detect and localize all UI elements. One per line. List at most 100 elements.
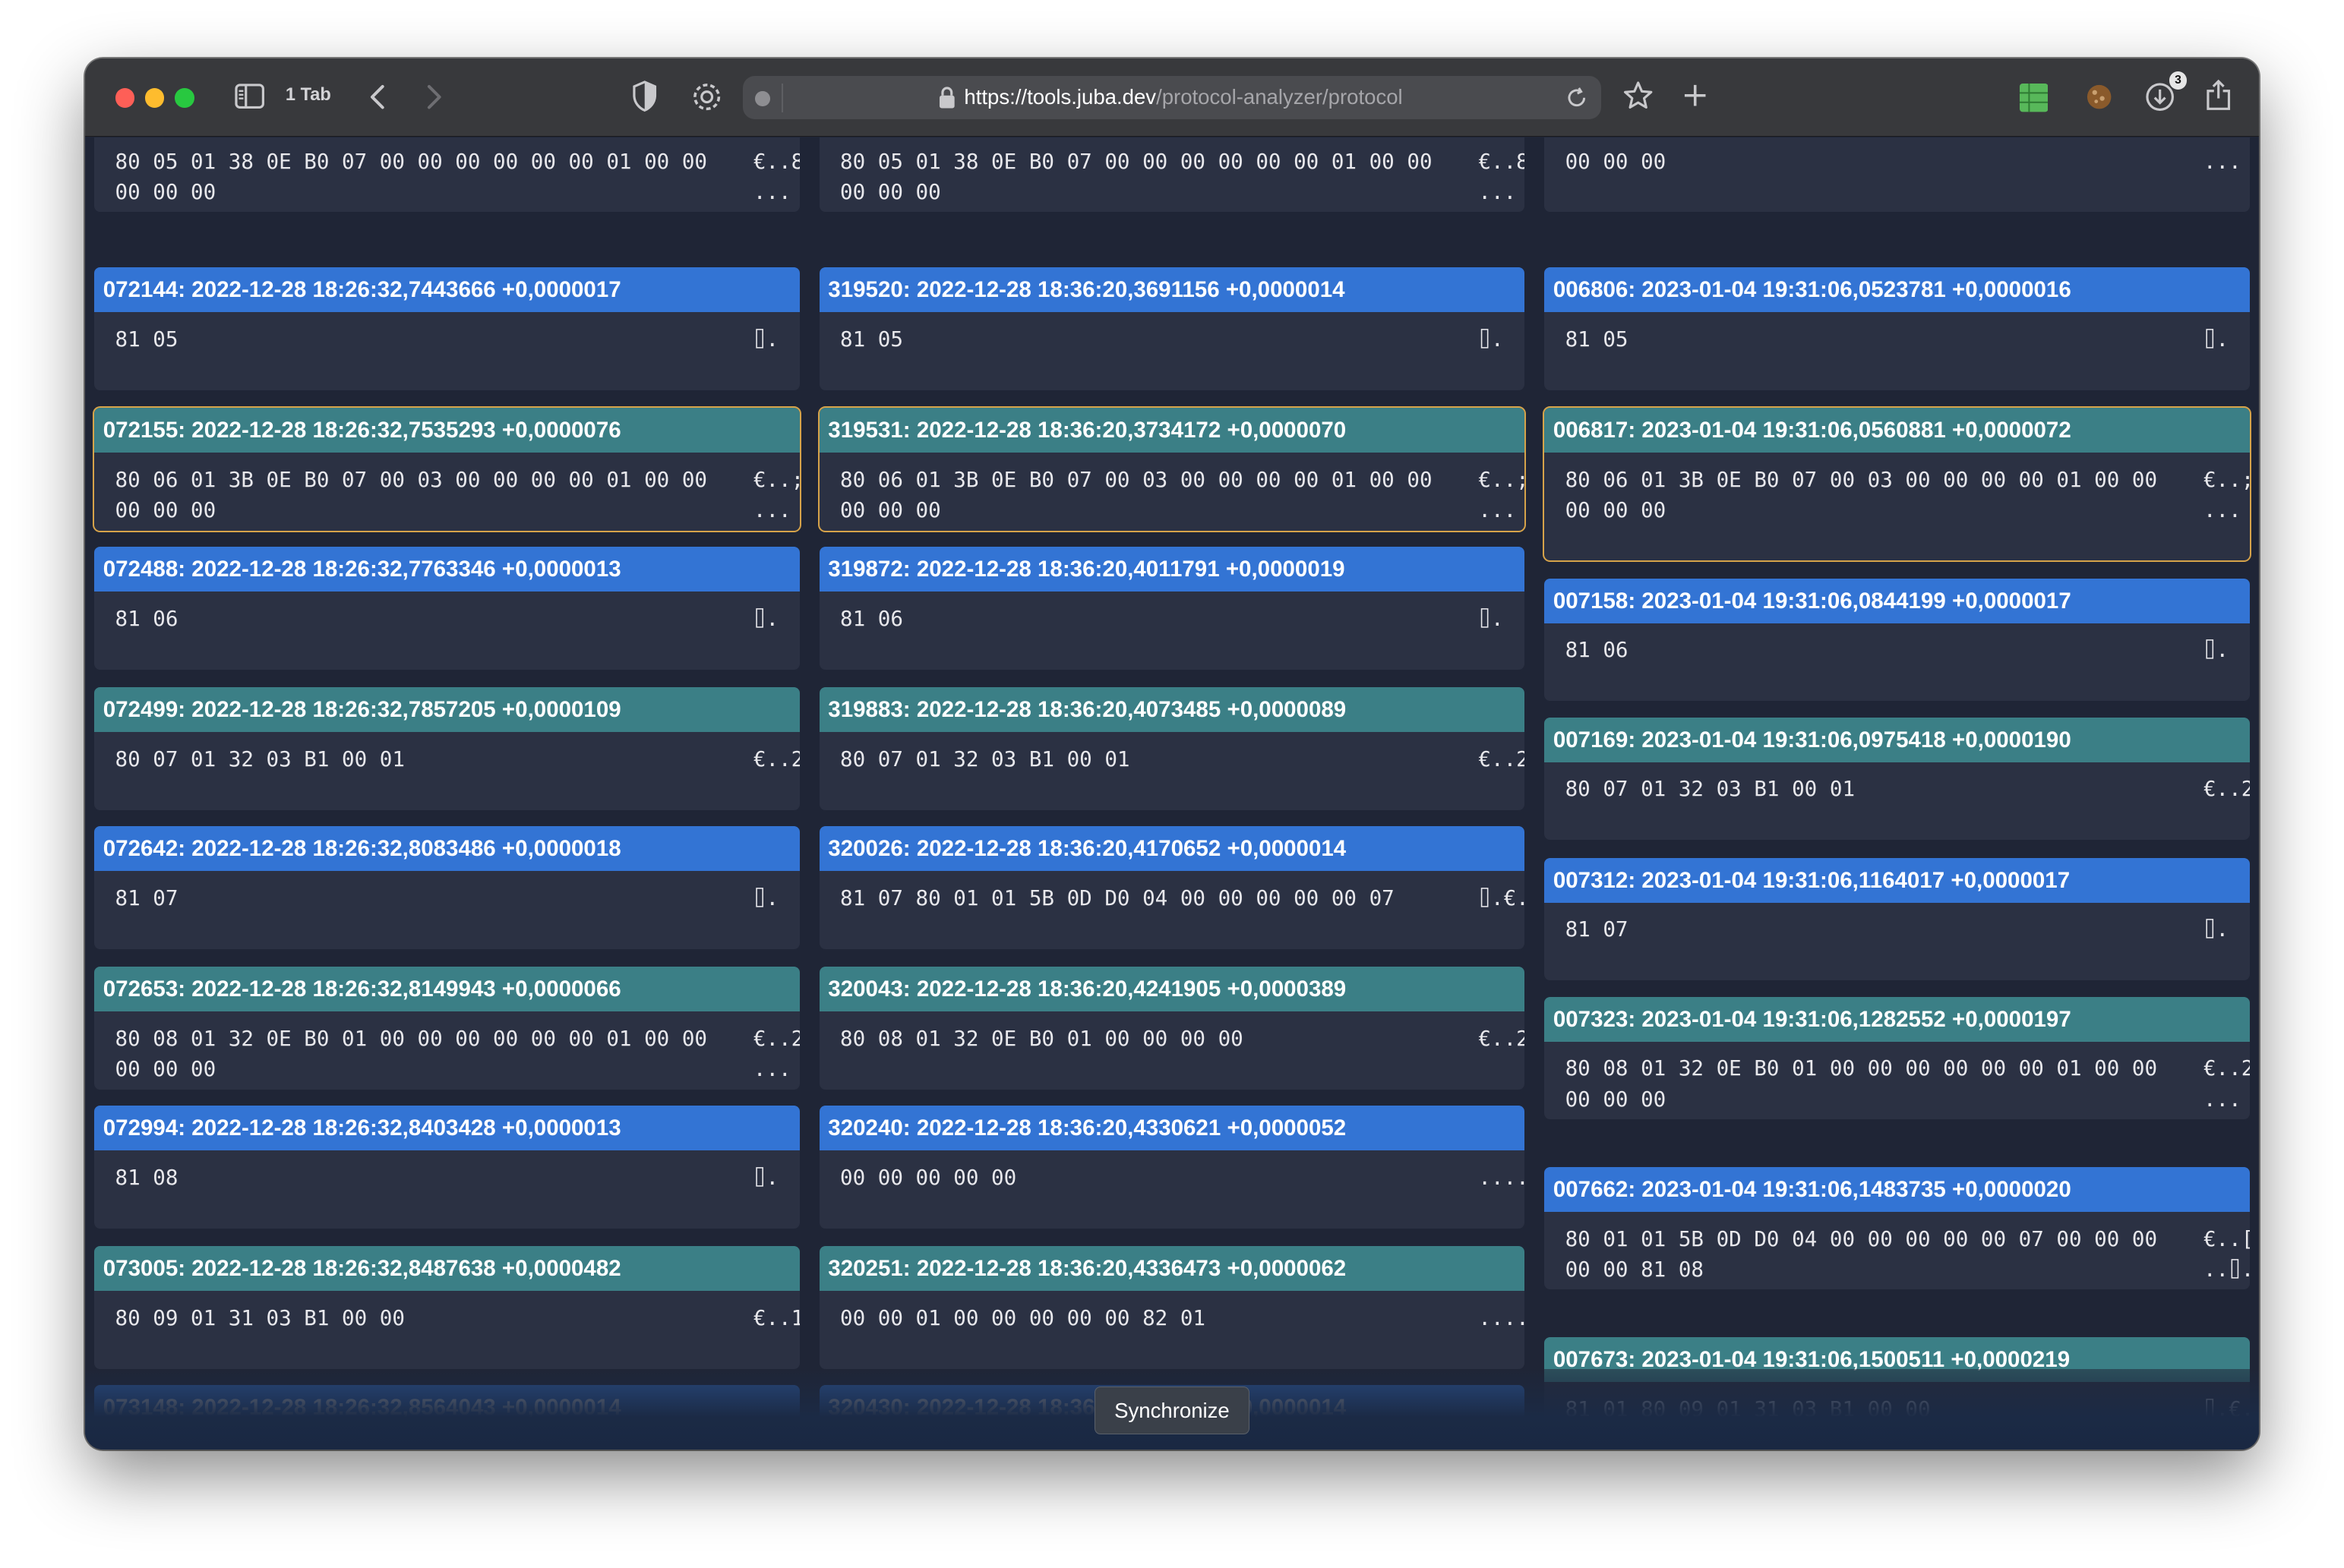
extension-grid-icon[interactable] (2019, 84, 2049, 112)
reload-icon[interactable] (1565, 87, 1588, 115)
message-header: 319883: 2022-12-28 18:36:20,4073485 +0,0… (819, 687, 1525, 733)
message-body: 80 07 01 32 03 B1 00 01 €..2 (94, 732, 800, 809)
message-card[interactable]: 072994: 2022-12-28 18:26:32,8403428 +0,0… (93, 1106, 800, 1229)
hex-bytes: 81 06 (840, 607, 903, 632)
ascii-preview: ..... (1478, 1306, 1524, 1331)
message-card[interactable]: 320240: 2022-12-28 18:36:20,4330621 +0,0… (819, 1106, 1525, 1229)
message-card[interactable]: 319883: 2022-12-28 18:36:20,4073485 +0,0… (819, 687, 1525, 810)
bookmark-star-icon[interactable] (1623, 80, 1653, 110)
close-window-button[interactable] (115, 88, 135, 108)
message-card[interactable]: 007158: 2023-01-04 19:31:06,0844199 +0,0… (1544, 578, 2250, 701)
message-card-selected[interactable]: 319531: 2022-12-28 18:36:20,3734172 +0,0… (817, 406, 1527, 532)
hex-bytes: 80 06 01 3B 0E B0 07 00 03 00 00 00 00 0… (1565, 468, 2170, 523)
ascii-preview: €..8 ... (1478, 149, 1525, 205)
ascii-preview: ⌷. (2203, 638, 2229, 663)
hex-bytes: 81 05 (1565, 327, 1628, 352)
message-card[interactable]: 006806: 2023-01-04 19:31:06,0523781 +0,0… (1544, 267, 2250, 390)
downloads-badge: 3 (2169, 71, 2188, 90)
hex-bytes: 81 08 (115, 1166, 178, 1191)
message-card[interactable]: 00 00 00... (1544, 137, 2250, 213)
message-card[interactable]: 320043: 2022-12-28 18:36:20,4241905 +0,0… (819, 967, 1525, 1090)
message-card[interactable]: 007662: 2023-01-04 19:31:06,1483735 +0,0… (1544, 1167, 2250, 1290)
hex-bytes: 00 00 00 (1565, 149, 1666, 174)
message-card[interactable]: 319872: 2022-12-28 18:36:20,4011791 +0,0… (819, 547, 1525, 670)
hex-bytes: 81 05 (115, 327, 178, 352)
message-body: 80 01 01 5B 0D D0 04 00 00 00 00 00 07 0… (1544, 1212, 2250, 1289)
message-header: 072155: 2022-12-28 18:26:32,7535293 +0,0… (93, 408, 800, 453)
minimize-window-button[interactable] (144, 88, 165, 108)
message-body: 00 00 00... (1544, 137, 2250, 212)
message-body: 00 00 01 00 00 00 00 00 82 01..... (820, 1291, 1524, 1368)
message-header: 320251: 2022-12-28 18:36:20,4336473 +0,0… (819, 1246, 1525, 1292)
message-card[interactable]: 320251: 2022-12-28 18:36:20,4336473 +0,0… (819, 1246, 1525, 1369)
message-card[interactable]: 072488: 2022-12-28 18:26:32,7763346 +0,0… (93, 547, 800, 670)
privacy-shield-icon[interactable] (631, 80, 658, 112)
message-header: 072642: 2022-12-28 18:26:32,8083486 +0,0… (93, 826, 800, 872)
ascii-preview: €..[ ..⌷. (2203, 1226, 2250, 1282)
ascii-preview: ⌷. (753, 327, 779, 352)
message-header: 007662: 2023-01-04 19:31:06,1483735 +0,0… (1544, 1167, 2250, 1213)
message-card[interactable]: 007312: 2023-01-04 19:31:06,1164017 +0,0… (1544, 857, 2250, 981)
message-card[interactable]: 072499: 2022-12-28 18:26:32,7857205 +0,0… (93, 687, 800, 810)
message-body: 80 07 01 32 03 B1 00 01 €..2 (1544, 762, 2250, 840)
ascii-preview: €..2 (2203, 777, 2250, 802)
share-icon[interactable] (2205, 79, 2232, 112)
ascii-preview: €..2 (1478, 1027, 1525, 1052)
message-header: 006806: 2023-01-04 19:31:06,0523781 +0,0… (1544, 267, 2250, 313)
extension-gear-icon[interactable] (690, 80, 723, 113)
message-card[interactable]: 007323: 2023-01-04 19:31:06,1282552 +0,0… (1544, 996, 2250, 1120)
synchronize-button[interactable]: Synchronize (1094, 1387, 1250, 1435)
message-card-selected[interactable]: 006817: 2023-01-04 19:31:06,0560881 +0,0… (1543, 406, 2251, 562)
ascii-preview: €..2 (1478, 747, 1525, 772)
message-card[interactable]: 80 05 01 38 0E B0 07 00 00 00 00 00 00 0… (93, 137, 800, 213)
message-body: 81 06 ⌷. (1544, 623, 2250, 701)
extension-cookie-icon[interactable] (2084, 82, 2114, 112)
hex-bytes: 81 06 (1565, 638, 1628, 663)
url-path: /protocol-analyzer/protocol (1156, 85, 1403, 109)
hex-bytes: 80 08 01 32 0E B0 01 00 00 00 00 00 00 0… (115, 1027, 720, 1082)
ascii-preview: ... (2203, 149, 2241, 174)
tab-count[interactable]: 1 Tab (286, 85, 331, 106)
message-card[interactable]: 072144: 2022-12-28 18:26:32,7443666 +0,0… (93, 267, 800, 390)
new-tab-plus-icon[interactable] (1682, 82, 1708, 109)
divider (782, 84, 784, 112)
message-header: 320043: 2022-12-28 18:36:20,4241905 +0,0… (819, 967, 1525, 1012)
message-card[interactable]: 072653: 2022-12-28 18:26:32,8149943 +0,0… (93, 967, 800, 1090)
message-body: 81 07 80 01 01 5B 0D D0 04 00 00 00 00 0… (820, 871, 1525, 948)
message-body: 80 07 01 32 03 B1 00 01 €..2 (820, 732, 1525, 809)
message-header: 007158: 2023-01-04 19:31:06,0844199 +0,0… (1544, 578, 2250, 623)
ascii-preview: €..2 (753, 747, 800, 772)
ascii-preview: ⌷. (1478, 607, 1504, 632)
forward-icon[interactable] (425, 84, 443, 110)
hex-bytes: 80 06 01 3B 0E B0 07 00 03 00 00 00 00 0… (840, 468, 1445, 523)
fullscreen-window-button[interactable] (175, 88, 194, 108)
message-header: 007312: 2023-01-04 19:31:06,1164017 +0,0… (1544, 857, 2250, 903)
message-card[interactable]: 80 05 01 38 0E B0 07 00 00 00 00 00 00 0… (819, 137, 1525, 213)
message-card[interactable]: 007169: 2023-01-04 19:31:06,0975418 +0,0… (1544, 717, 2250, 841)
message-body: 80 06 01 3B 0E B0 07 00 03 00 00 00 00 0… (820, 453, 1524, 530)
hex-bytes: 80 01 01 5B 0D D0 04 00 00 00 00 00 07 0… (1565, 1226, 2170, 1282)
message-body: 80 08 01 32 0E B0 01 00 00 00 00 €..2 (820, 1011, 1525, 1089)
message-header: 072144: 2022-12-28 18:26:32,7443666 +0,0… (93, 267, 800, 313)
message-header: 007169: 2023-01-04 19:31:06,0975418 +0,0… (1544, 717, 2250, 762)
footer-bar: Synchronize (85, 1368, 2259, 1450)
downloads-icon[interactable] (2145, 82, 2175, 112)
message-card[interactable]: 073005: 2022-12-28 18:26:32,8487638 +0,0… (93, 1246, 800, 1369)
back-icon[interactable] (369, 84, 387, 110)
message-card[interactable]: 319520: 2022-12-28 18:36:20,3691156 +0,0… (819, 267, 1525, 390)
message-body: 80 05 01 38 0E B0 07 00 00 00 00 00 00 0… (94, 137, 800, 212)
sidebar-icon[interactable] (235, 84, 264, 109)
message-card[interactable]: 320026: 2022-12-28 18:36:20,4170652 +0,0… (819, 826, 1525, 949)
message-body: 81 07 ⌷. (1544, 903, 2250, 980)
message-body: 81 08 ⌷. (94, 1150, 800, 1228)
ascii-preview: ⌷. (753, 607, 779, 632)
message-card-selected[interactable]: 072155: 2022-12-28 18:26:32,7535293 +0,0… (92, 406, 801, 532)
hex-bytes: 80 08 01 32 0E B0 01 00 00 00 00 00 00 0… (1565, 1056, 2170, 1112)
message-header: 072653: 2022-12-28 18:26:32,8149943 +0,0… (93, 967, 800, 1012)
message-card[interactable]: 072642: 2022-12-28 18:26:32,8083486 +0,0… (93, 826, 800, 949)
message-body: 80 06 01 3B 0E B0 07 00 03 00 00 00 00 0… (94, 453, 800, 530)
ascii-preview: ⌷.€. (1478, 886, 1525, 911)
address-bar[interactable]: https://tools.juba.dev/protocol-analyzer… (743, 76, 1601, 120)
message-header: 073005: 2022-12-28 18:26:32,8487638 +0,0… (93, 1246, 800, 1292)
hex-bytes: 81 07 (115, 886, 178, 911)
